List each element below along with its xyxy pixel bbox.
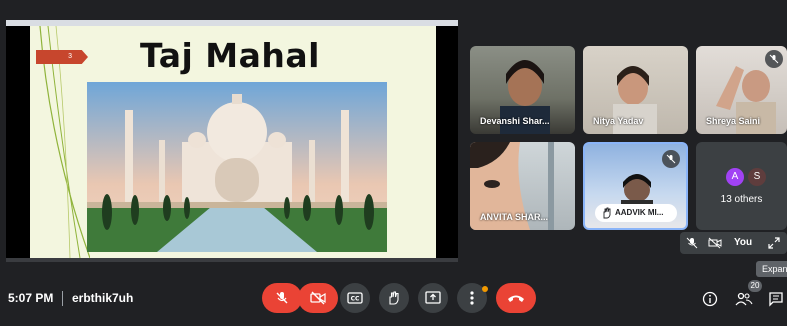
others-count: 13 others bbox=[720, 194, 763, 205]
avatar: A bbox=[726, 168, 744, 186]
avatar: S bbox=[748, 168, 766, 186]
mic-off-icon bbox=[276, 292, 288, 304]
slide-number: 3 bbox=[36, 50, 88, 64]
captions-button[interactable]: CC bbox=[340, 283, 370, 313]
notification-dot bbox=[482, 286, 488, 292]
camera-off-icon bbox=[310, 291, 326, 305]
raise-hand-icon bbox=[389, 291, 399, 305]
mic-toggle-button[interactable] bbox=[262, 283, 302, 313]
presentation-area: 3 Taj Mahal bbox=[6, 20, 458, 258]
people-button[interactable] bbox=[734, 289, 754, 309]
mic-off-icon bbox=[769, 54, 779, 64]
divider bbox=[62, 291, 63, 306]
camera-toggle-button[interactable] bbox=[298, 283, 338, 313]
end-call-icon bbox=[508, 295, 524, 302]
participant-name-pill: AADVIK MI... bbox=[595, 204, 677, 222]
raise-hand-button[interactable] bbox=[379, 283, 409, 313]
mic-off-icon bbox=[666, 154, 676, 164]
participant-name: ANVITA SHAR... bbox=[480, 212, 549, 222]
others-tile[interactable]: A S 13 others bbox=[696, 142, 787, 230]
camera-off-icon[interactable] bbox=[708, 237, 722, 249]
participant-tile[interactable]: Shreya Saini bbox=[696, 46, 787, 134]
participant-name: Devanshi Shar... bbox=[480, 116, 550, 126]
expand-icon[interactable] bbox=[768, 237, 780, 249]
participant-count-badge: 20 bbox=[748, 280, 762, 292]
mic-off-indicator bbox=[765, 50, 783, 68]
participant-tile[interactable]: Nitya Yadav bbox=[583, 46, 688, 134]
chat-button[interactable] bbox=[766, 289, 786, 309]
presentation-status-strip bbox=[6, 258, 458, 262]
slide-title: Taj Mahal bbox=[139, 36, 320, 75]
end-call-button[interactable] bbox=[496, 283, 536, 313]
chat-icon bbox=[769, 292, 783, 307]
expand-tooltip: Expand bbox=[756, 261, 787, 277]
people-icon bbox=[735, 292, 753, 306]
present-icon bbox=[425, 291, 441, 304]
taj-mahal-photo bbox=[87, 82, 387, 252]
mic-off-icon[interactable] bbox=[686, 237, 698, 249]
more-options-icon bbox=[470, 291, 474, 305]
meeting-code: erbthik7uh bbox=[72, 291, 134, 305]
mic-off-indicator bbox=[662, 150, 680, 168]
info-button[interactable] bbox=[700, 289, 720, 309]
self-label: You bbox=[734, 237, 753, 248]
participant-name: AADVIK MI... bbox=[615, 208, 664, 217]
participant-name: Shreya Saini bbox=[706, 116, 761, 126]
svg-text:CC: CC bbox=[351, 296, 360, 303]
info-icon bbox=[702, 291, 718, 307]
captions-icon: CC bbox=[347, 292, 363, 304]
meeting-time: 5:07 PM bbox=[8, 291, 54, 305]
participant-tile[interactable]: Devanshi Shar... bbox=[470, 46, 575, 134]
participant-name: Nitya Yadav bbox=[593, 116, 644, 126]
raised-hand-icon bbox=[603, 207, 611, 219]
participant-tile[interactable]: AADVIK MI... bbox=[583, 142, 688, 230]
slide: 3 Taj Mahal bbox=[30, 26, 436, 258]
present-button[interactable] bbox=[418, 283, 448, 313]
participant-tile[interactable]: ANVITA SHAR... bbox=[470, 142, 575, 230]
self-view-bar[interactable]: You bbox=[680, 232, 787, 254]
